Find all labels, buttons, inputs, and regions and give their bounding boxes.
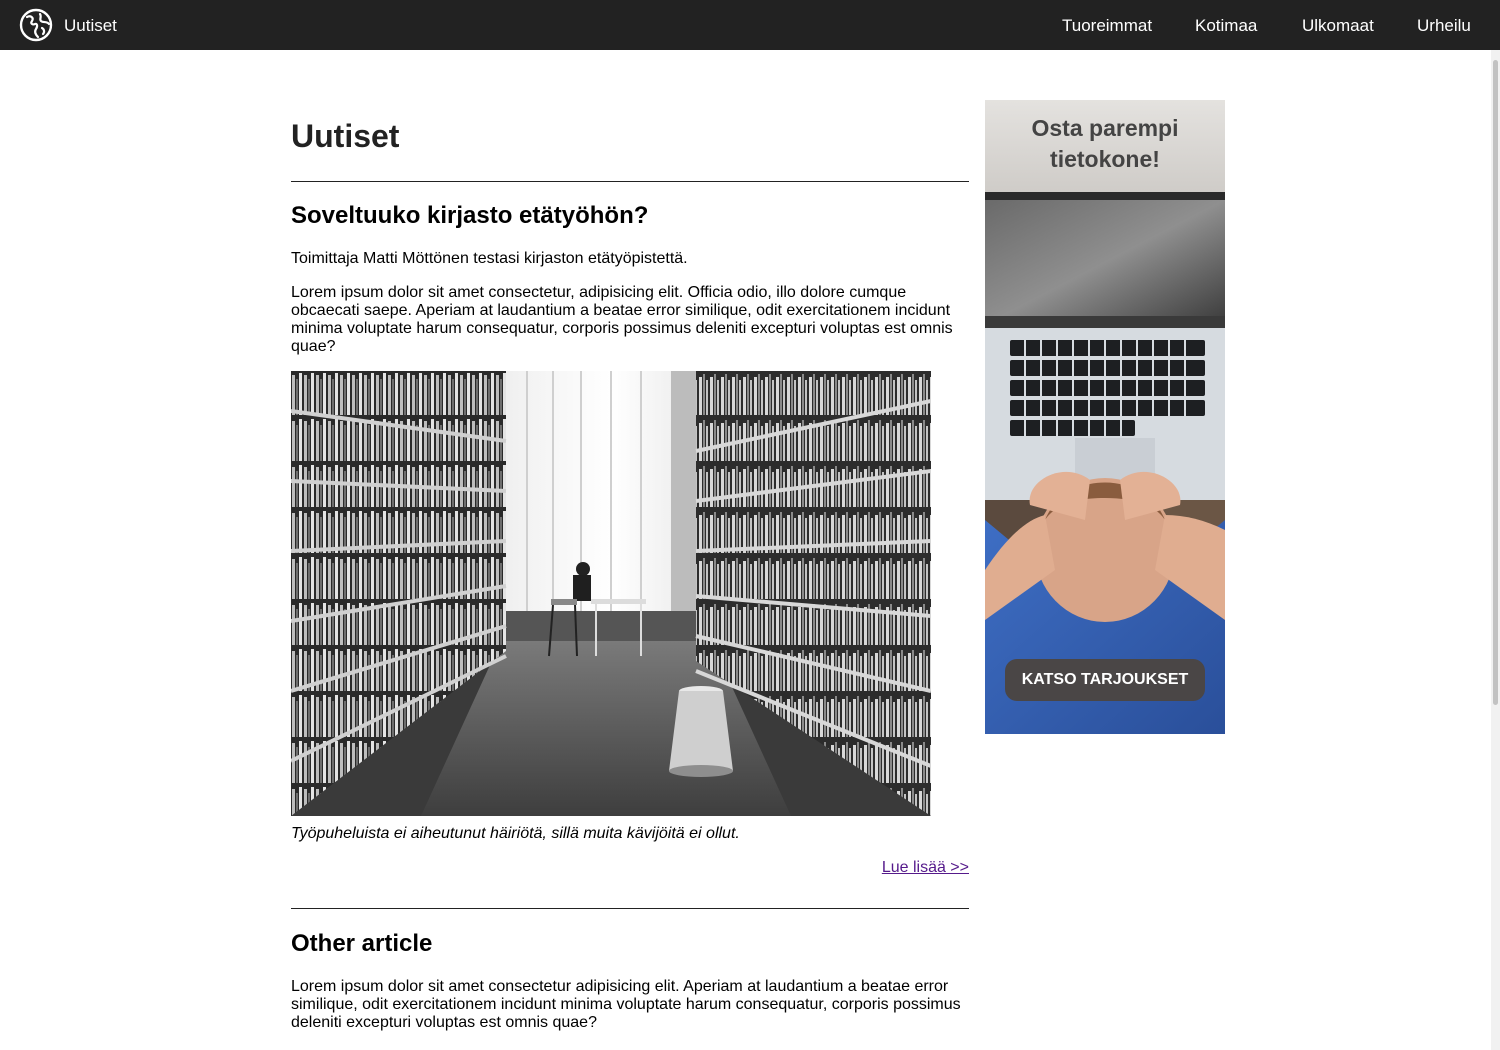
article-heading: Other article [291,930,433,957]
ad-headline: tietokone! [1050,146,1160,172]
nav-link-urheilu[interactable]: Urheilu [1417,16,1471,36]
article-heading: Soveltuuko kirjasto etätyöhön? [291,202,649,229]
library-photo [291,371,931,816]
nav-link-kotimaa[interactable]: Kotimaa [1195,16,1257,36]
image-caption: Työpuheluista ei aiheutunut häiriötä, si… [291,825,740,842]
ad-headline: Osta parempi [1031,115,1179,141]
advertisement-banner[interactable]: Osta parempi tietokone! KATSO TARJOUKSET [985,100,1225,734]
read-more-link[interactable]: Lue lisää >> [882,859,969,877]
article-byline: Toimittaja Matti Möttönen testasi kirjas… [291,250,688,267]
ad-cta-button[interactable]: KATSO TARJOUKSET [1005,659,1205,701]
article-body: Lorem ipsum dolor sit amet consectetur a… [291,978,961,1031]
article-body: Lorem ipsum dolor sit amet consectetur, … [291,284,953,355]
page-scrollbar[interactable] [1491,50,1500,1050]
site-brand-link[interactable]: Uutiset [64,16,117,36]
nav-link-tuoreimmat[interactable]: Tuoreimmat [1062,16,1152,36]
globe-icon[interactable] [19,8,53,42]
section-divider [291,181,969,182]
nav-link-ulkomaat[interactable]: Ulkomaat [1302,16,1374,36]
page-title: Uutiset [291,118,400,154]
section-divider [291,908,969,909]
top-navigation-bar: Uutiset Tuoreimmat Kotimaa Ulkomaat Urhe… [0,0,1500,50]
scrollbar-thumb[interactable] [1493,60,1498,705]
ad-laptop-illustration [985,100,1225,734]
